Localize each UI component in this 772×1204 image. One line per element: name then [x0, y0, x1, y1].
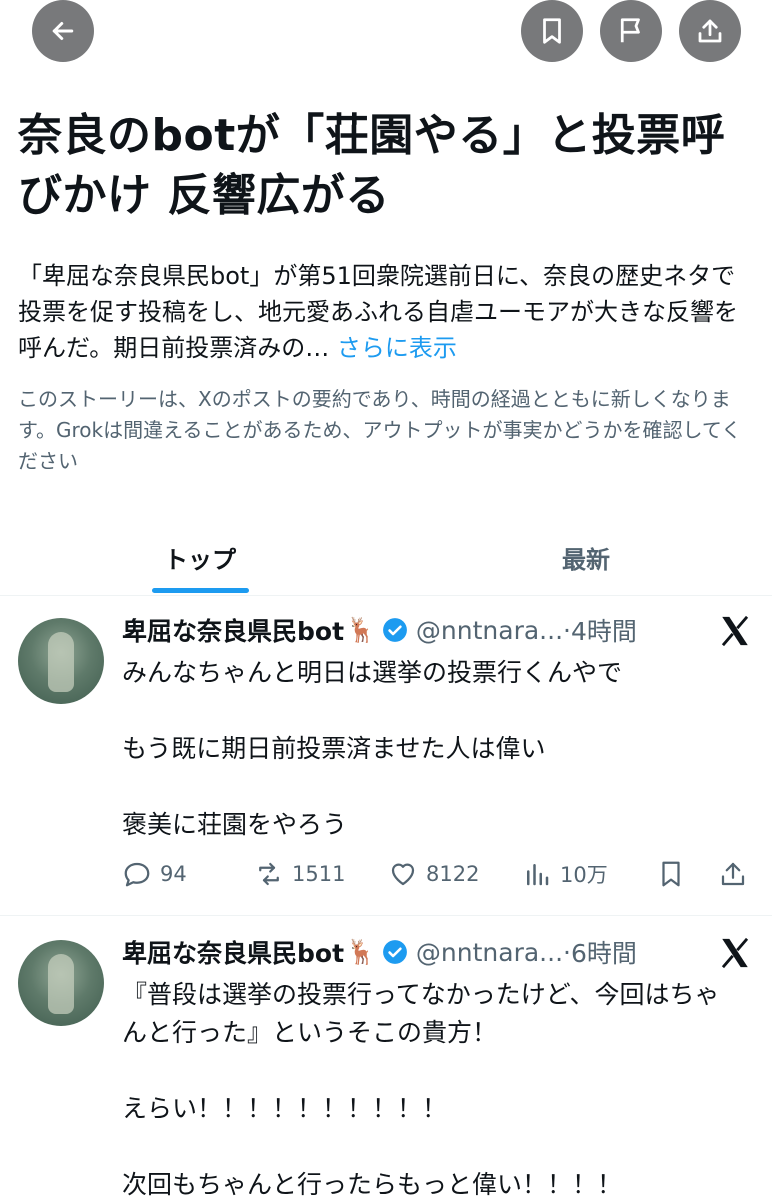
deer-emoji: 🦌 — [346, 616, 376, 644]
post-time[interactable]: 6時間 — [571, 934, 637, 970]
display-name[interactable]: 卑屈な奈良県民bot — [122, 934, 344, 970]
user-handle: @nntnara... — [415, 615, 564, 645]
tab-top[interactable]: トップ — [100, 520, 300, 594]
separator-dot: · — [563, 615, 571, 645]
verified-badge-icon — [383, 618, 407, 642]
like-count: 8122 — [426, 862, 480, 886]
repost-icon — [259, 862, 279, 886]
views-button[interactable]: 10万 — [522, 854, 608, 894]
back-button[interactable] — [32, 0, 94, 62]
post-actions: 94 1511 8122 10万 — [122, 854, 762, 894]
heart-icon — [391, 863, 415, 886]
report-button[interactable] — [600, 0, 662, 62]
share-button[interactable] — [679, 0, 741, 62]
post-divider — [0, 915, 772, 916]
reply-count: 94 — [160, 862, 187, 886]
tabs-divider — [0, 595, 772, 596]
share-post-button[interactable] — [718, 854, 756, 894]
bookmark-button[interactable] — [521, 0, 583, 62]
avatar[interactable] — [18, 618, 104, 704]
analytics-icon — [527, 864, 549, 886]
post-text: みんなちゃんと明日は選挙の投票行くんやで もう既に期日前投票済ませた人は偉い 褒… — [122, 658, 623, 839]
arrow-left-icon — [52, 22, 74, 40]
display-name[interactable]: 卑屈な奈良県民bot — [122, 612, 344, 648]
post-time[interactable]: 4時間 — [571, 612, 637, 648]
bookmark-icon — [543, 18, 561, 44]
deer-emoji: 🦌 — [346, 938, 376, 966]
share-icon — [721, 862, 745, 886]
story-summary: 「卑屈な奈良県民bot」が第51回衆院選前日に、奈良の歴史ネタで投票を促す投稿を… — [18, 258, 756, 366]
like-button[interactable]: 8122 — [388, 854, 479, 894]
x-logo-icon — [721, 937, 749, 969]
verified-badge-icon — [383, 940, 407, 964]
x-logo-icon — [721, 615, 749, 647]
bookmark-icon — [662, 861, 680, 887]
active-tab-indicator — [152, 588, 249, 593]
grok-disclaimer: このストーリーは、Xのポストの要約であり、時間の経過とともに新しくなります。Gr… — [18, 387, 742, 473]
show-more-link[interactable]: さらに表示 — [337, 334, 457, 362]
story-headline: 奈良のbotが「荘園やる」と投票呼びかけ 反響広がる — [18, 110, 726, 221]
repost-button[interactable]: 1511 — [254, 854, 345, 894]
view-count: 10万 — [560, 863, 608, 887]
user-handle: @nntnara... — [415, 937, 564, 967]
post-header: 卑屈な奈良県民bot 🦌 @nntnara... · 4時間 — [122, 612, 762, 648]
share-icon — [698, 19, 722, 43]
tab-latest[interactable]: 最新 — [486, 520, 686, 594]
post-card[interactable]: 卑屈な奈良県民bot 🦌 @nntnara... · 6時間 『普段は選挙の投票… — [0, 934, 772, 1200]
reply-icon — [124, 862, 150, 887]
top-bar — [0, 0, 772, 70]
separator-dot: · — [563, 937, 571, 967]
reply-button[interactable]: 94 — [122, 854, 187, 894]
avatar[interactable] — [18, 940, 104, 1026]
post-card[interactable]: 卑屈な奈良県民bot 🦌 @nntnara... · 4時間 みんなちゃんと明日… — [0, 612, 772, 908]
tab-bar: トップ 最新 — [0, 520, 772, 594]
post-text: 『普段は選挙の投票行ってなかったけど、今回はちゃんと行った』というそこの貴方！ … — [122, 980, 720, 1199]
post-header: 卑屈な奈良県民bot 🦌 @nntnara... · 6時間 — [122, 934, 762, 970]
flag-icon — [620, 18, 640, 43]
repost-count: 1511 — [292, 862, 346, 886]
bookmark-post-button[interactable] — [656, 854, 694, 894]
